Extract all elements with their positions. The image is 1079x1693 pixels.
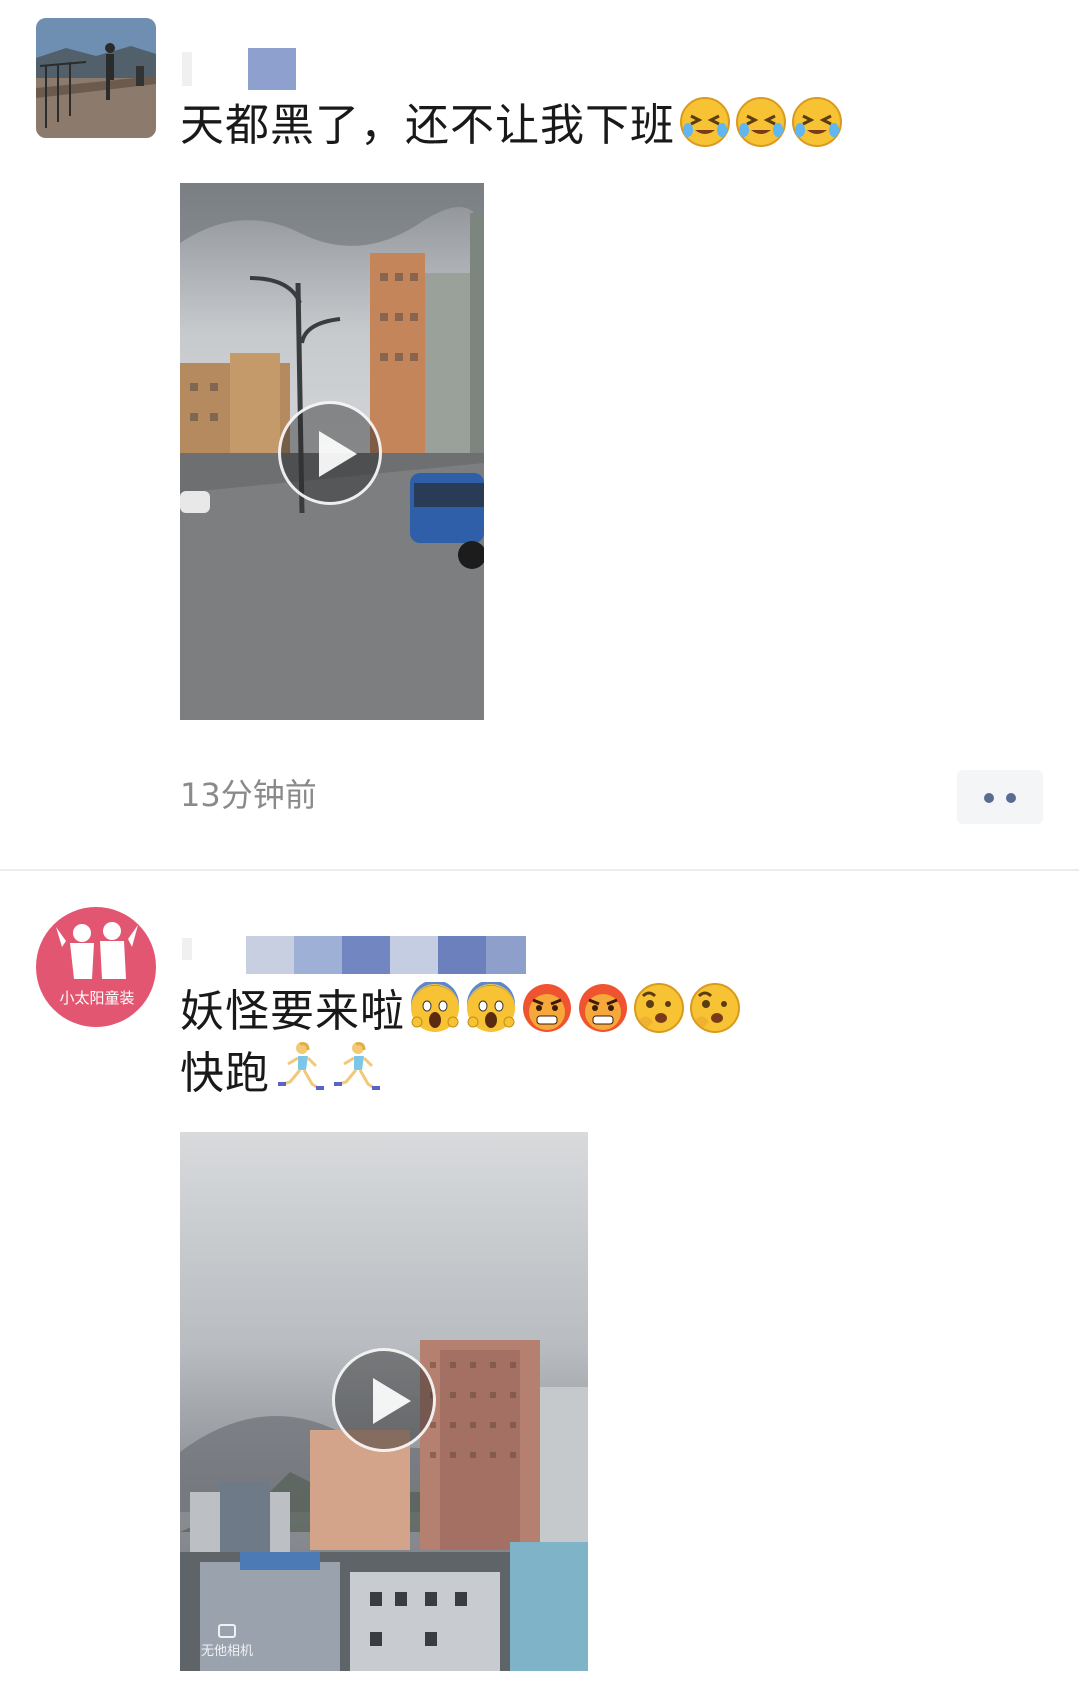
post-text: 天都黑了，还不让我下班 <box>180 100 675 151</box>
play-icon <box>373 1378 411 1424</box>
camera-icon <box>218 1624 236 1638</box>
blurred-username[interactable] <box>182 922 542 974</box>
play-button[interactable] <box>278 401 382 505</box>
running-woman-icon <box>330 1040 382 1111</box>
video-thumbnail[interactable] <box>180 183 484 720</box>
watermark-text: 无他相机 <box>200 1644 253 1659</box>
crying-laughing-face-icon <box>735 96 787 163</box>
camera-watermark: 无他相机 <box>192 1624 262 1659</box>
post-text-line: 天都黑了，还不让我下班 <box>180 96 843 163</box>
landscape-photo-avatar <box>36 18 156 138</box>
play-button[interactable] <box>332 1348 436 1452</box>
moment-post-2: 小太阳童装 妖怪要来啦 快跑 无他相机 <box>0 872 1079 1693</box>
post-text-line-1: 妖怪要来啦 <box>180 980 741 1049</box>
raised-eyebrow-face-icon <box>633 982 685 1049</box>
raised-eyebrow-face-icon <box>689 982 741 1049</box>
angry-face-icon <box>577 982 629 1049</box>
more-dots-icon <box>984 793 994 803</box>
avatar[interactable] <box>36 18 156 138</box>
kids-logo-avatar <box>38 909 154 1025</box>
post-divider <box>0 869 1079 871</box>
crying-laughing-face-icon <box>791 96 843 163</box>
angry-face-icon <box>521 982 573 1049</box>
video-thumbnail[interactable]: 无他相机 <box>180 1132 588 1671</box>
post-text: 快跑 <box>180 1048 270 1099</box>
post-text: 妖怪要来啦 <box>180 986 405 1037</box>
crying-laughing-face-icon <box>679 96 731 163</box>
screaming-face-icon <box>409 980 461 1049</box>
running-woman-icon <box>274 1040 326 1111</box>
screaming-face-icon <box>465 980 517 1049</box>
moment-post-1: 天都黑了，还不让我下班 13分钟前 <box>0 0 1079 870</box>
post-text-line-2: 快跑 <box>180 1040 382 1111</box>
post-timestamp: 13分钟前 <box>180 776 317 814</box>
avatar-brand-text: 小太阳童装 <box>59 989 135 1007</box>
avatar[interactable]: 小太阳童装 <box>36 907 156 1027</box>
blurred-username[interactable] <box>182 42 302 92</box>
play-icon <box>319 431 357 477</box>
more-actions-button[interactable] <box>957 770 1043 824</box>
